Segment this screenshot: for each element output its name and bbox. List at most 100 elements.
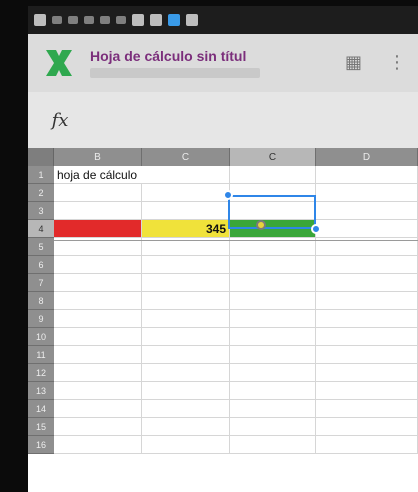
- row-header[interactable]: 13: [28, 382, 54, 400]
- table-row: 6: [28, 256, 418, 274]
- app-bar: Hoja de cálculo sin títul ▦ ⋮: [28, 34, 418, 92]
- cell[interactable]: [316, 310, 418, 328]
- cell[interactable]: [316, 418, 418, 436]
- fx-button[interactable]: fx: [42, 102, 78, 138]
- cell[interactable]: [142, 292, 230, 310]
- cell[interactable]: [230, 292, 316, 310]
- table-row: 16: [28, 436, 418, 454]
- cell[interactable]: [230, 328, 316, 346]
- cell[interactable]: [316, 328, 418, 346]
- table-row: 8: [28, 292, 418, 310]
- cell[interactable]: [142, 166, 230, 184]
- notification-icon: [116, 16, 126, 24]
- table-row: 13: [28, 382, 418, 400]
- row-header-active[interactable]: 4: [28, 220, 54, 238]
- column-header[interactable]: C: [142, 148, 230, 166]
- overflow-menu-icon[interactable]: ⋮: [388, 54, 406, 72]
- select-all-corner[interactable]: [28, 148, 54, 166]
- cell[interactable]: [142, 328, 230, 346]
- row-header[interactable]: 8: [28, 292, 54, 310]
- cell-green-fill[interactable]: [230, 220, 316, 238]
- cell[interactable]: [54, 382, 142, 400]
- cell[interactable]: [230, 166, 316, 184]
- cell[interactable]: [54, 400, 142, 418]
- cell[interactable]: [142, 436, 230, 454]
- row-header[interactable]: 14: [28, 400, 54, 418]
- cell[interactable]: [54, 346, 142, 364]
- cell[interactable]: [230, 382, 316, 400]
- cell[interactable]: [142, 346, 230, 364]
- cell[interactable]: [316, 166, 418, 184]
- app-bar-actions: ▦ ⋮: [345, 54, 406, 72]
- cell[interactable]: [230, 436, 316, 454]
- cell[interactable]: [230, 346, 316, 364]
- cell[interactable]: [142, 202, 230, 220]
- cell[interactable]: [230, 274, 316, 292]
- row-header[interactable]: 9: [28, 310, 54, 328]
- cell[interactable]: [54, 418, 142, 436]
- cell[interactable]: [316, 364, 418, 382]
- cell[interactable]: [316, 184, 418, 202]
- cell-a1[interactable]: hoja de cálculo: [54, 166, 142, 184]
- row-header[interactable]: 10: [28, 328, 54, 346]
- cell[interactable]: [316, 436, 418, 454]
- fill-handle[interactable]: [256, 220, 266, 230]
- row-header[interactable]: 7: [28, 274, 54, 292]
- cell[interactable]: [316, 400, 418, 418]
- cell[interactable]: [316, 346, 418, 364]
- spreadsheet-grid[interactable]: B C C D 1 hoja de cálculo 2 3 4 345 5 6 …: [28, 148, 418, 492]
- row-header[interactable]: 11: [28, 346, 54, 364]
- cell[interactable]: [142, 274, 230, 292]
- cell[interactable]: [230, 256, 316, 274]
- row-header[interactable]: 6: [28, 256, 54, 274]
- cell[interactable]: [142, 364, 230, 382]
- cell[interactable]: [230, 310, 316, 328]
- cell[interactable]: [54, 310, 142, 328]
- cell[interactable]: [54, 256, 142, 274]
- cell[interactable]: [316, 220, 418, 238]
- cell[interactable]: [142, 310, 230, 328]
- row-header[interactable]: 5: [28, 238, 54, 256]
- row-header[interactable]: 3: [28, 202, 54, 220]
- cell[interactable]: [142, 382, 230, 400]
- cell[interactable]: [142, 418, 230, 436]
- cell[interactable]: [230, 418, 316, 436]
- row-header[interactable]: 1: [28, 166, 54, 184]
- calc-x-logo[interactable]: [38, 42, 80, 84]
- notification-icon: [52, 16, 62, 24]
- cell[interactable]: [54, 274, 142, 292]
- cell[interactable]: [54, 184, 142, 202]
- row-header[interactable]: 2: [28, 184, 54, 202]
- cell-red-fill[interactable]: [54, 220, 142, 238]
- cell[interactable]: [142, 400, 230, 418]
- table-row: 9: [28, 310, 418, 328]
- cell[interactable]: [142, 184, 230, 202]
- cell[interactable]: [142, 256, 230, 274]
- cell[interactable]: [54, 328, 142, 346]
- row-header[interactable]: 12: [28, 364, 54, 382]
- cell[interactable]: [230, 400, 316, 418]
- column-header-active[interactable]: C: [230, 148, 316, 166]
- cell[interactable]: [230, 184, 316, 202]
- cell[interactable]: [316, 292, 418, 310]
- cell[interactable]: [316, 256, 418, 274]
- cell[interactable]: [316, 202, 418, 220]
- cell[interactable]: [316, 274, 418, 292]
- selection-handle-bottom-right[interactable]: [311, 224, 321, 234]
- cell-c4[interactable]: 345: [142, 220, 230, 238]
- document-title[interactable]: Hoja de cálculo sin títul: [90, 48, 290, 64]
- cell[interactable]: [230, 202, 316, 220]
- selection-handle-top-left[interactable]: [223, 190, 233, 200]
- column-header[interactable]: D: [316, 148, 418, 166]
- cell[interactable]: [54, 364, 142, 382]
- cell[interactable]: [54, 436, 142, 454]
- row-header[interactable]: 15: [28, 418, 54, 436]
- cell[interactable]: [230, 364, 316, 382]
- grid-view-icon[interactable]: ▦: [345, 54, 362, 72]
- row-header[interactable]: 16: [28, 436, 54, 454]
- cell[interactable]: [54, 202, 142, 220]
- cell[interactable]: [54, 292, 142, 310]
- column-header[interactable]: B: [54, 148, 142, 166]
- cell[interactable]: [316, 382, 418, 400]
- table-row: 10: [28, 328, 418, 346]
